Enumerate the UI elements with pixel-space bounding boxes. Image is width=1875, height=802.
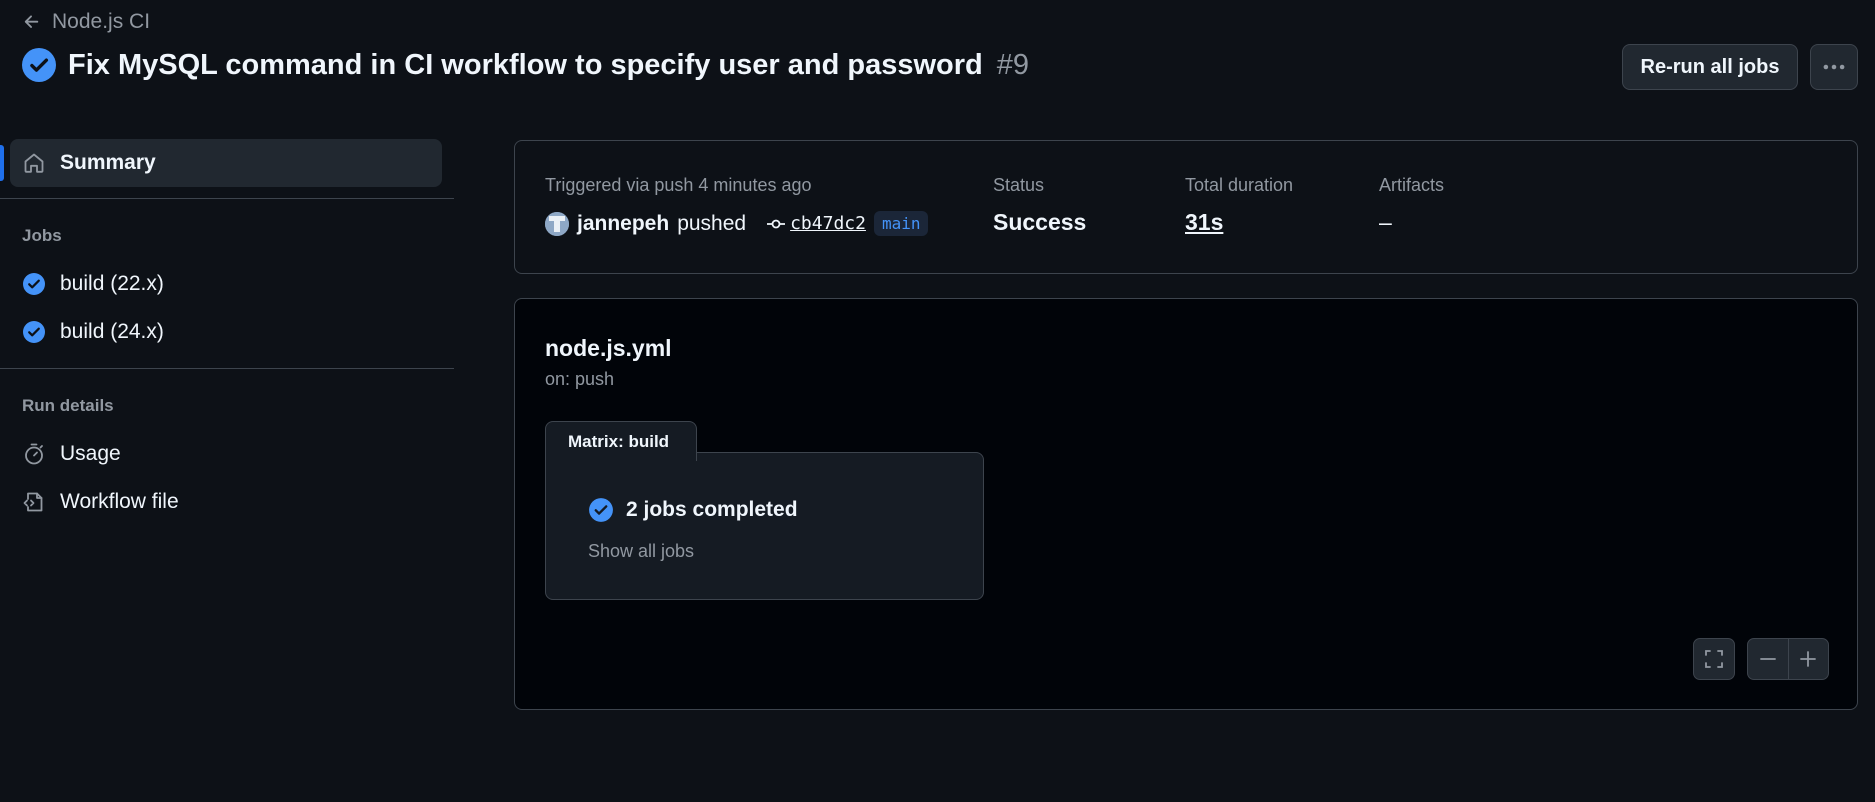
dash-icon	[1759, 658, 1776, 660]
jobs-completed-label: 2 jobs completed	[626, 498, 798, 521]
run-summary-card: Triggered via push 4 minutes ago jannepe…	[514, 140, 1858, 274]
status-value: Success	[993, 209, 1087, 235]
sidebar-item-label: Usage	[60, 442, 121, 465]
plus-icon	[1800, 651, 1817, 667]
more-options-button[interactable]	[1810, 44, 1858, 90]
run-number: #9	[996, 48, 1030, 81]
commit-link[interactable]: cb47dc2	[766, 213, 866, 234]
matrix-job-group[interactable]: 2 jobs completed Show all jobs	[545, 452, 984, 600]
check-circle-fill-icon	[23, 273, 45, 295]
action-text: pushed	[677, 211, 747, 235]
git-commit-icon	[767, 219, 786, 228]
rerun-all-jobs-button[interactable]: Re-run all jobs	[1622, 44, 1798, 90]
sidebar-divider	[0, 198, 454, 199]
trigger-text: Triggered via push 4 minutes ago	[545, 175, 812, 195]
duration-label: Total duration	[1185, 175, 1294, 195]
actor-name[interactable]: jannepeh	[577, 212, 669, 236]
artifacts-label: Artifacts	[1379, 175, 1445, 195]
back-link-label: Node.js CI	[52, 10, 151, 33]
zoom-out-button[interactable]	[1748, 639, 1788, 679]
avatar-identicon	[545, 211, 569, 236]
workflow-trigger: on: push	[545, 369, 615, 389]
sidebar-item-usage[interactable]: Usage	[22, 442, 121, 466]
sidebar-item-job-build-24[interactable]: build (24.x)	[22, 320, 164, 344]
sidebar-item-label: Workflow file	[60, 490, 179, 513]
matrix-tab: Matrix: build	[545, 421, 697, 461]
check-circle-fill-icon	[22, 48, 56, 82]
jobs-section-title: Jobs	[22, 226, 62, 245]
zoom-in-button[interactable]	[1787, 639, 1829, 679]
sidebar-item-job-build-22[interactable]: build (22.x)	[22, 272, 164, 296]
arrow-left-icon	[24, 15, 39, 28]
run-details-section-title: Run details	[22, 396, 114, 415]
page-title-row: Fix MySQL command in CI workflow to spec…	[22, 48, 1029, 82]
fit-to-screen-button[interactable]	[1693, 638, 1735, 680]
screen-full-icon	[1705, 650, 1723, 668]
workflow-graph-card: node.js.yml on: push Matrix: build 2 job…	[514, 298, 1858, 710]
stopwatch-icon	[25, 443, 43, 465]
avatar[interactable]	[545, 211, 569, 236]
push-info: jannepeh pushed cb47dc2 main	[545, 211, 929, 236]
back-link[interactable]: Node.js CI	[22, 10, 150, 34]
status-label: Status	[993, 175, 1045, 195]
zoom-controls	[1747, 638, 1829, 680]
artifacts-value: –	[1379, 209, 1392, 235]
kebab-horizontal-icon	[1823, 64, 1845, 70]
jobs-completed: 2 jobs completed	[588, 497, 798, 523]
duration-value[interactable]: 31s	[1185, 209, 1223, 236]
sidebar-active-indicator	[0, 145, 4, 181]
check-circle-fill-icon	[23, 321, 45, 343]
check-circle-fill-icon	[589, 498, 613, 522]
show-all-jobs-link[interactable]: Show all jobs	[588, 541, 694, 562]
branch-badge[interactable]: main	[873, 211, 929, 236]
home-icon	[24, 153, 44, 173]
sidebar-item-label: build (24.x)	[60, 320, 164, 343]
workflow-file-name: node.js.yml	[545, 335, 672, 361]
sidebar-item-workflow-file[interactable]: Workflow file	[22, 490, 179, 514]
sidebar-item-label: build (22.x)	[60, 272, 164, 295]
commit-sha[interactable]: cb47dc2	[790, 213, 866, 234]
sidebar-divider	[0, 368, 454, 369]
sidebar-item-label: Summary	[60, 151, 156, 174]
sidebar-item-summary[interactable]: Summary	[10, 139, 442, 187]
file-code-icon	[23, 492, 43, 512]
page-title: Fix MySQL command in CI workflow to spec…	[68, 48, 983, 81]
